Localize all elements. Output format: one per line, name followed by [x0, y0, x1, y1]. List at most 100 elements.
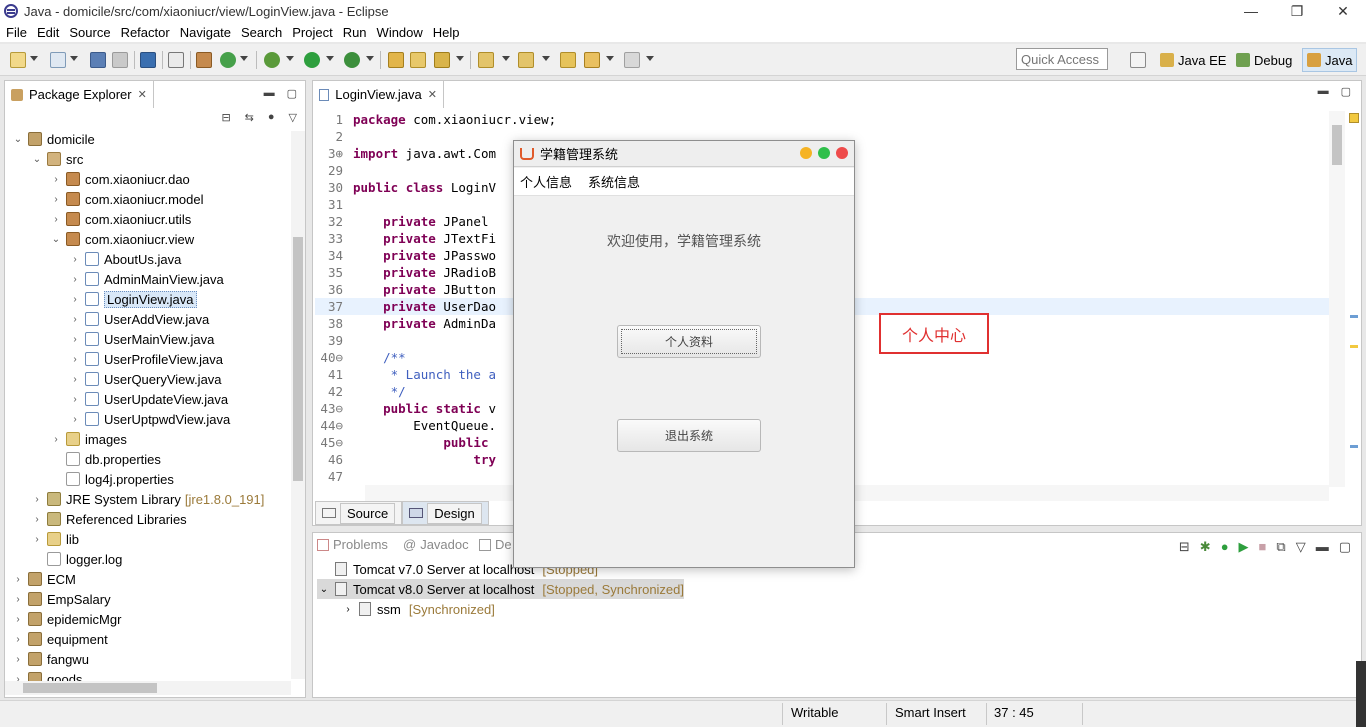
tree-item[interactable]: › images [49, 429, 127, 449]
collapsed-arrow-icon[interactable]: › [68, 294, 82, 305]
collapsed-arrow-icon[interactable]: › [11, 594, 25, 605]
collapsed-arrow-icon[interactable]: › [68, 394, 82, 405]
tree-item[interactable]: › AdminMainView.java [68, 269, 223, 289]
collapsed-arrow-icon[interactable]: › [30, 514, 44, 525]
dialog-close-button[interactable] [836, 147, 848, 159]
close-button[interactable]: ✕ [1320, 0, 1366, 22]
tree-item[interactable]: › JRE System Library [jre1.8.0_191] [30, 489, 264, 509]
restore-button[interactable]: ❐ [1274, 0, 1320, 22]
collapsed-arrow-icon[interactable]: › [11, 654, 25, 665]
tree-item[interactable]: › UserMainView.java [68, 329, 214, 349]
tree-item[interactable]: › LoginView.java [68, 289, 197, 309]
tree-item[interactable]: › UserProfileView.java [68, 349, 223, 369]
tree-item[interactable]: ⌄ com.xiaoniucr.view [49, 229, 194, 249]
tab-source[interactable]: Source [315, 501, 403, 525]
last-edit-icon[interactable] [560, 52, 576, 68]
tree-item[interactable]: › UserUpdateView.java [68, 389, 228, 409]
tree-item[interactable]: ⌄ domicile [11, 129, 95, 149]
perspective-java[interactable]: Java [1302, 48, 1358, 72]
menu-window[interactable]: Window [371, 25, 427, 40]
tree-item[interactable]: ⌄ src [30, 149, 84, 169]
back-dropdown-icon[interactable] [606, 56, 614, 61]
minimize-view-icon[interactable]: ▬ [264, 87, 275, 100]
overview-mark[interactable] [1350, 445, 1358, 448]
view-menu-icon[interactable]: ▽ [1296, 539, 1306, 555]
overview-mark[interactable] [1350, 315, 1358, 318]
publish-icon[interactable]: ⧉ [1276, 539, 1285, 555]
tree-item[interactable]: logger.log [30, 549, 122, 569]
tree-item[interactable]: › epidemicMgr [11, 609, 121, 629]
tab-javadoc[interactable]: @ Javadoc [403, 537, 469, 552]
collapsed-arrow-icon[interactable]: › [341, 604, 355, 615]
perspective-java-ee[interactable]: Java EE [1156, 48, 1230, 72]
back-icon[interactable] [584, 52, 600, 68]
save-all-icon[interactable] [112, 52, 128, 68]
dialog-minimize-button[interactable] [800, 147, 812, 159]
collapsed-arrow-icon[interactable]: › [49, 174, 63, 185]
explorer-vertical-scrollbar[interactable] [291, 131, 305, 679]
refresh-icon[interactable] [220, 52, 236, 68]
tree-item[interactable]: › UserAddView.java [68, 309, 209, 329]
start-server-icon[interactable]: ● [1221, 539, 1229, 555]
menu-run[interactable]: Run [337, 25, 371, 40]
menu-navigate[interactable]: Navigate [174, 25, 235, 40]
tree-item[interactable]: › AboutUs.java [68, 249, 181, 269]
next-annotation-icon[interactable] [478, 52, 494, 68]
search-dropdown-icon[interactable] [456, 56, 464, 61]
collapsed-arrow-icon[interactable]: › [11, 614, 25, 625]
previous-annotation-icon[interactable] [518, 52, 534, 68]
collapsed-arrow-icon[interactable]: › [49, 214, 63, 225]
overview-mark[interactable] [1350, 345, 1358, 348]
editor-tab-loginview[interactable]: LoginView.java ✕ [312, 80, 444, 108]
collapsed-arrow-icon[interactable]: › [68, 334, 82, 345]
collapsed-arrow-icon[interactable]: › [49, 434, 63, 445]
collapse-all-icon[interactable]: ⊟ [221, 111, 230, 124]
collapsed-arrow-icon[interactable]: › [30, 534, 44, 545]
tree-item[interactable]: › UserQueryView.java [68, 369, 221, 389]
collapsed-arrow-icon[interactable]: › [68, 354, 82, 365]
package-icon[interactable] [196, 52, 212, 68]
collapsed-arrow-icon[interactable]: › [68, 314, 82, 325]
console-icon[interactable] [140, 52, 156, 68]
collapsed-arrow-icon[interactable]: › [68, 414, 82, 425]
collapsed-arrow-icon[interactable]: › [11, 574, 25, 585]
tree-item[interactable]: › lib [30, 529, 79, 549]
tree-item[interactable]: › ECM [11, 569, 76, 589]
code-line[interactable]: 1 package com.xiaoniucr.view; [315, 111, 1329, 128]
quick-access-input[interactable] [1016, 48, 1108, 70]
new-server-icon[interactable]: ⊟ [1179, 539, 1190, 555]
package-explorer-tab[interactable]: Package Explorer ✕ [4, 80, 154, 108]
run-icon[interactable] [304, 52, 320, 68]
minimize-button[interactable]: — [1228, 0, 1274, 22]
profile-button[interactable]: 个人资料 [617, 325, 761, 358]
expanded-arrow-icon[interactable]: ⌄ [49, 234, 63, 245]
dialog-maximize-button[interactable] [818, 147, 830, 159]
menu-search[interactable]: Search [235, 25, 286, 40]
server-row[interactable]: ⌄ Tomcat v8.0 Server at localhost [Stopped… [317, 579, 685, 599]
editor-vertical-scrollbar[interactable] [1329, 111, 1345, 487]
menu-help[interactable]: Help [427, 25, 464, 40]
expanded-arrow-icon[interactable]: ⌄ [11, 134, 25, 145]
tree-item[interactable]: › com.xiaoniucr.utils [49, 209, 191, 229]
tree-item[interactable]: › com.xiaoniucr.dao [49, 169, 189, 189]
collapsed-arrow-icon[interactable]: › [30, 494, 44, 505]
collapsed-arrow-icon[interactable]: › [49, 194, 63, 205]
dialog-titlebar[interactable]: 学籍管理系统 [514, 141, 854, 167]
tree-item[interactable]: › equipment [11, 629, 107, 649]
menu-system-info[interactable]: 系统信息 [582, 172, 646, 191]
maximize-view-icon[interactable]: ▢ [287, 87, 297, 100]
open-type-icon[interactable] [388, 52, 404, 68]
collapsed-arrow-icon[interactable]: › [68, 374, 82, 385]
tree-item[interactable]: db.properties [49, 449, 161, 469]
run-dropdown-icon[interactable] [326, 56, 334, 61]
open-folder-icon[interactable] [410, 52, 426, 68]
new-dropdown-icon[interactable] [30, 56, 38, 61]
tree-item[interactable]: log4j.properties [49, 469, 174, 489]
maximize-view-icon[interactable]: ▢ [1339, 539, 1351, 555]
new-file-dropdown-icon[interactable] [70, 56, 78, 61]
warning-overview-icon[interactable] [1349, 113, 1359, 123]
tree-item[interactable]: › fangwu [11, 649, 89, 669]
skip-breakpoints-icon[interactable] [168, 52, 184, 68]
expanded-arrow-icon[interactable]: ⌄ [30, 154, 44, 165]
menu-edit[interactable]: Edit [31, 25, 63, 40]
